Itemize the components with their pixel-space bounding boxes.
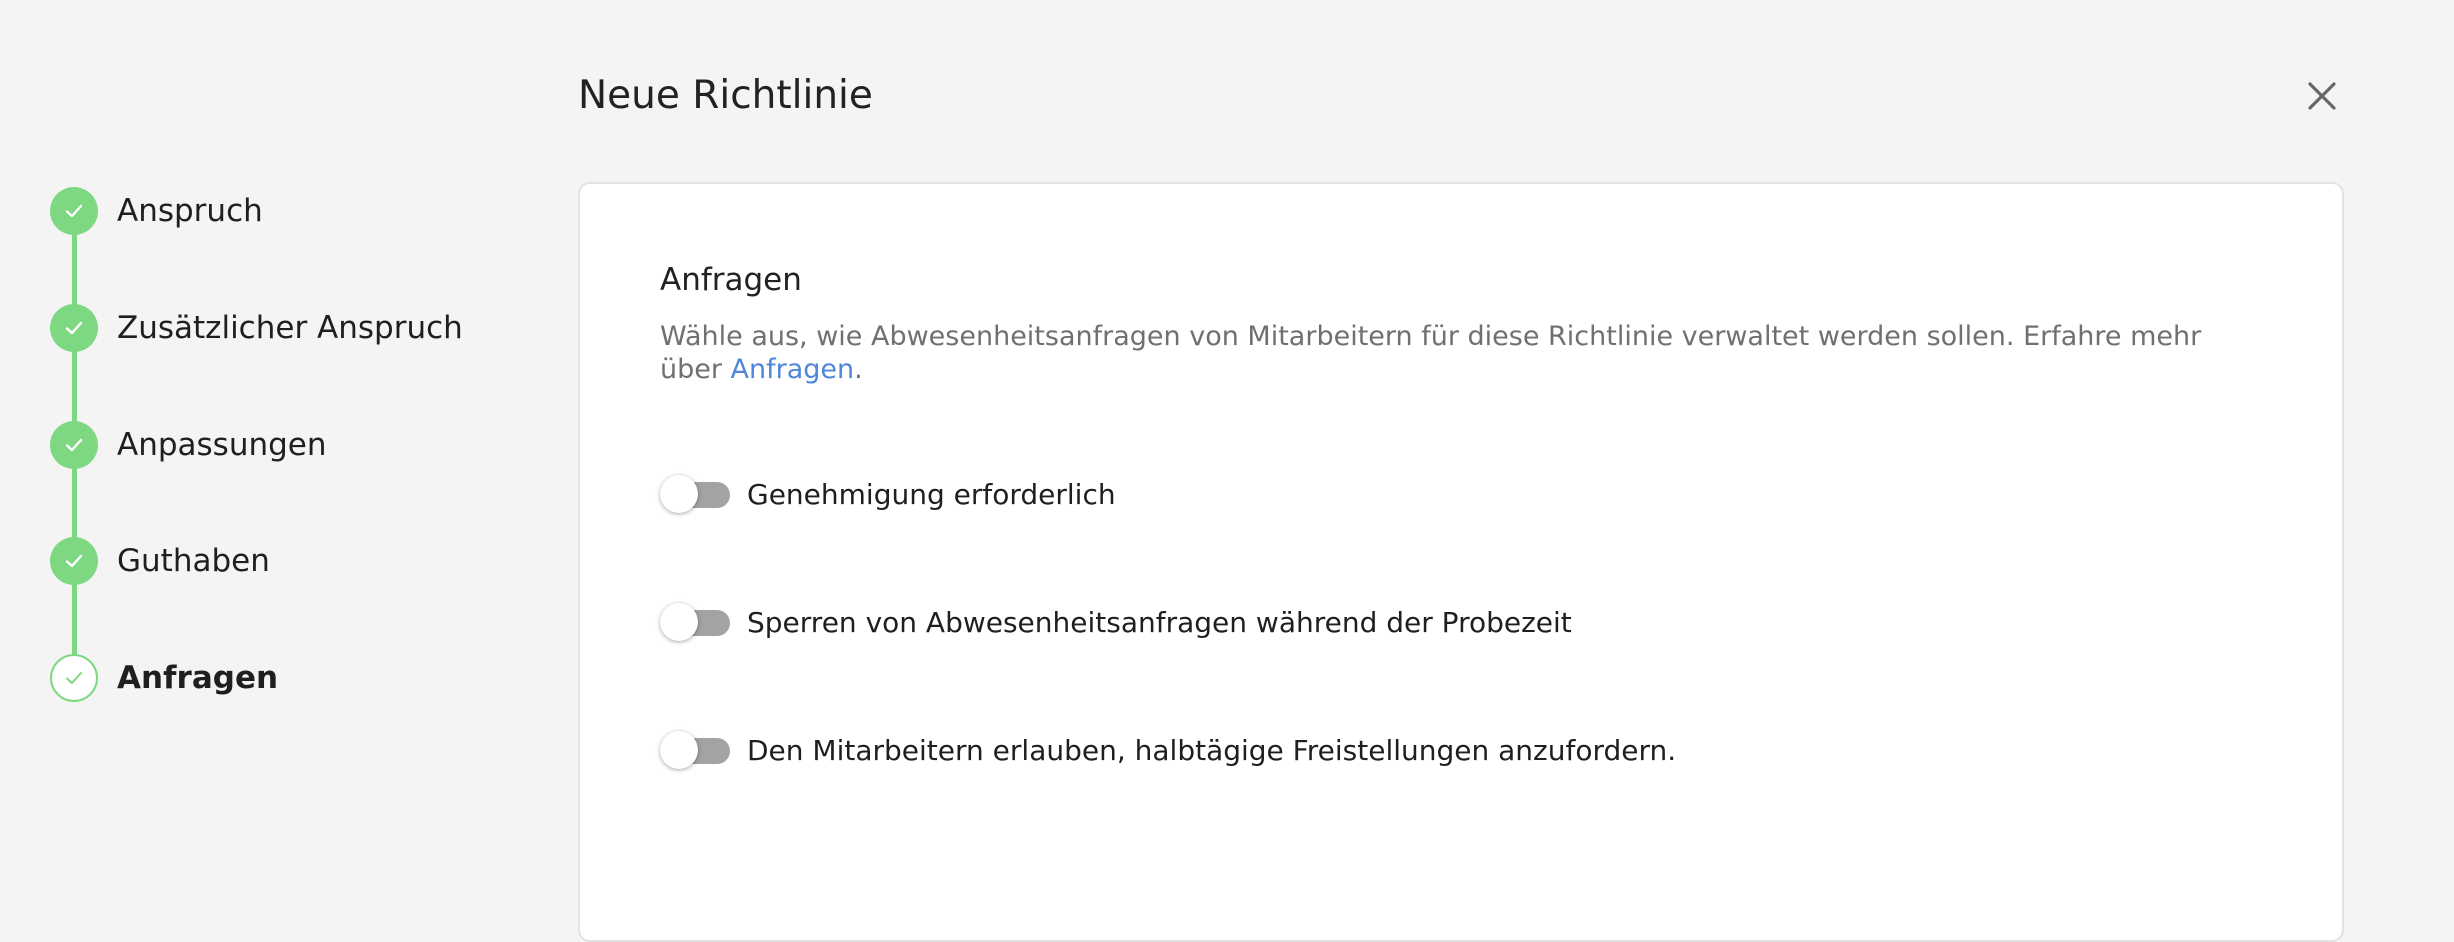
section-description: Wähle aus, wie Abwesenheitsanfragen von … [660,320,2220,386]
step-navigation: Anspruch Zusätzlicher Anspruch Anpassung… [0,0,560,886]
toggle-row-half-day-requests: Den Mitarbeitern erlauben, halbtägige Fr… [660,730,1676,770]
step-completed-indicator [50,421,98,469]
check-icon [65,321,83,335]
step-label: Anspruch [117,193,263,229]
toggle-row-probation-block: Sperren von Abwesenheitsanfragen während… [660,602,1572,642]
description-suffix: . [854,354,863,385]
step-label: Anpassungen [117,427,327,463]
half-day-requests-toggle[interactable] [660,730,732,770]
step-label: Guthaben [117,543,270,579]
step-guthaben[interactable]: Guthaben [50,536,270,586]
description-text: Wähle aus, wie Abwesenheitsanfragen von … [660,321,2202,385]
check-icon [65,554,83,568]
toggle-knob [660,603,698,641]
step-completed-indicator [50,304,98,352]
step-label: Zusätzlicher Anspruch [117,310,463,346]
check-icon [65,204,83,218]
probation-block-toggle[interactable] [660,602,732,642]
step-completed-indicator [50,537,98,585]
toggle-knob [660,731,698,769]
toggle-label: Den Mitarbeitern erlauben, halbtägige Fr… [747,733,1677,767]
step-label: Anfragen [117,660,279,696]
section-title: Anfragen [660,262,802,298]
step-anpassungen[interactable]: Anpassungen [50,420,327,470]
step-zusaetzlicher-anspruch[interactable]: Zusätzlicher Anspruch [50,303,463,353]
step-anfragen[interactable]: Anfragen [50,653,278,703]
toggle-label: Sperren von Abwesenheitsanfragen während… [747,605,1572,639]
requests-help-link[interactable]: Anfragen [731,354,855,385]
check-icon [65,438,83,452]
toggle-row-approval-required: Genehmigung erforderlich [660,474,1116,514]
toggle-label: Genehmigung erforderlich [747,477,1116,511]
close-button[interactable] [2302,76,2342,116]
check-icon [66,672,82,684]
step-completed-indicator [50,187,98,235]
toggle-knob [660,475,698,513]
requests-settings-card: Anfragen Wähle aus, wie Abwesenheitsanfr… [578,182,2344,942]
close-icon [2308,82,2336,110]
page-title: Neue Richtlinie [578,73,873,118]
approval-required-toggle[interactable] [660,474,732,514]
step-anspruch[interactable]: Anspruch [50,186,263,236]
step-current-indicator [50,654,98,702]
